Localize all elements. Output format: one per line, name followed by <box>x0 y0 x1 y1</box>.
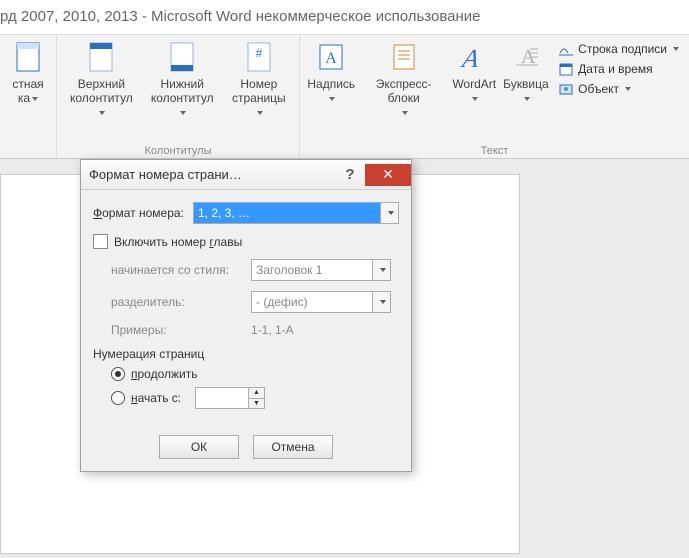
svg-text:A: A <box>325 50 337 67</box>
ribbon-button-partial[interactable]: стнаяка <box>4 37 52 105</box>
quick-parts-button[interactable]: Экспресс-блоки <box>359 37 449 119</box>
signature-icon <box>558 41 574 57</box>
object-button[interactable]: Объект <box>558 81 679 97</box>
page-number-icon: # <box>243 41 275 73</box>
svg-text:#: # <box>255 46 262 60</box>
close-icon: ✕ <box>382 166 394 183</box>
ribbon-group-headers-footers: Верхнийколонтитул Нижнийколонтитул # Ном… <box>57 35 300 158</box>
dialog-title: Формат номера страни… <box>89 167 242 182</box>
separator-label: разделитель: <box>111 295 251 309</box>
starts-style-value: Заголовок 1 <box>252 263 372 277</box>
calendar-icon <box>558 61 574 77</box>
examples-value: 1-1, 1-A <box>251 323 294 337</box>
start-at-radio[interactable] <box>111 391 125 405</box>
examples-label: Примеры: <box>111 323 251 337</box>
text-side-list: Строка подписи Дата и время Объект <box>552 37 685 101</box>
starts-style-label: начинается со стиля: <box>111 263 251 277</box>
dropcap-icon: A <box>510 41 542 73</box>
number-format-value: 1, 2, 3, … <box>194 203 380 223</box>
dialog-close-button[interactable]: ✕ <box>365 164 411 186</box>
textbox-icon: A <box>315 41 347 73</box>
footer-icon <box>166 41 198 73</box>
document-area: Формат номера страни… ? ✕ Формат номера:… <box>0 159 689 558</box>
spinner-down-icon[interactable]: ▼ <box>249 399 264 409</box>
page-icon <box>12 41 44 73</box>
include-chapter-checkbox[interactable] <box>93 234 108 249</box>
group-label-headers: Колонтитулы <box>61 143 295 158</box>
page-number-format-dialog: Формат номера страни… ? ✕ Формат номера:… <box>80 159 412 472</box>
header-button[interactable]: Верхнийколонтитул <box>61 37 142 119</box>
spinner-buttons[interactable]: ▲ ▼ <box>248 388 264 408</box>
start-at-spinner[interactable]: ▲ ▼ <box>195 387 265 409</box>
dropdown-icon <box>372 260 390 280</box>
number-format-select[interactable]: 1, 2, 3, … <box>193 202 399 224</box>
dialog-help-button[interactable]: ? <box>335 164 365 186</box>
number-format-label: Формат номера: <box>93 206 193 220</box>
quick-parts-icon <box>388 41 420 73</box>
window-titlebar: рд 2007, 2010, 2013 - Microsoft Word нек… <box>0 0 689 34</box>
ribbon-group-partial: стнаяка <box>0 35 57 158</box>
spinner-up-icon[interactable]: ▲ <box>249 388 264 399</box>
footer-button[interactable]: Нижнийколонтитул <box>142 37 223 119</box>
wordart-icon: A <box>458 41 490 73</box>
starts-style-select[interactable]: Заголовок 1 <box>251 259 391 281</box>
start-at-value <box>196 388 248 408</box>
numbering-section-label: Нумерация страниц <box>93 347 399 361</box>
continue-label: продолжить <box>131 367 197 381</box>
ribbon-group-text: A Надпись Экспресс-блоки A WordArt A <box>300 35 689 158</box>
header-icon <box>85 41 117 73</box>
ribbon: стнаяка Верхнийколонтитул Нижнийколонтит… <box>0 34 689 159</box>
cancel-button[interactable]: Отмена <box>253 435 333 459</box>
dialog-titlebar: Формат номера страни… ? ✕ <box>81 160 411 190</box>
continue-radio[interactable] <box>111 367 125 381</box>
signature-line-button[interactable]: Строка подписи <box>558 41 679 57</box>
wordart-button[interactable]: A WordArt <box>449 37 500 105</box>
ok-button[interactable]: ОК <box>159 435 239 459</box>
dropdown-icon <box>372 292 390 312</box>
start-at-label: начать с: <box>131 391 195 405</box>
date-time-button[interactable]: Дата и время <box>558 61 679 77</box>
textbox-button[interactable]: A Надпись <box>304 37 359 105</box>
dropdown-icon <box>380 203 398 223</box>
window-title: рд 2007, 2010, 2013 - Microsoft Word нек… <box>0 8 480 25</box>
separator-value: - (дефис) <box>252 295 372 309</box>
svg-text:A: A <box>460 44 482 73</box>
dropcap-button[interactable]: A Буквица <box>500 37 552 105</box>
group-label-text: Текст <box>304 143 685 158</box>
object-icon <box>558 81 574 97</box>
include-chapter-label: Включить номер главы <box>114 235 242 249</box>
separator-select[interactable]: - (дефис) <box>251 291 391 313</box>
page-number-button[interactable]: # Номерстраницы <box>223 37 295 119</box>
